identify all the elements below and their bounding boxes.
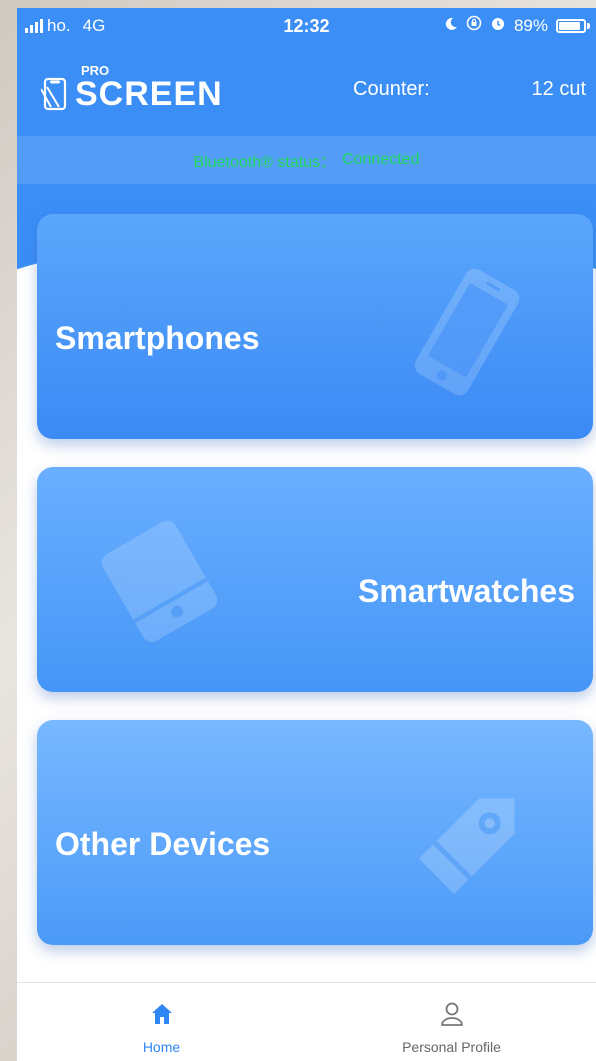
- user-icon: [439, 999, 465, 1029]
- other-devices-card[interactable]: Other Devices: [37, 720, 593, 945]
- tab-profile-label: Personal Profile: [402, 1039, 501, 1055]
- smartphone-icon: [414, 268, 520, 396]
- app-screen: ho. 4G 12:32 89% PRO SCREEN Counter: 12 …: [17, 8, 596, 1061]
- battery-icon: [556, 18, 586, 33]
- logo-text: PRO SCREEN: [75, 64, 223, 111]
- battery-percent: 89%: [513, 15, 548, 35]
- bluetooth-status-bar: Bluetooth® status： Connected: [17, 136, 596, 184]
- bluetooth-status-label: Bluetooth® status：: [193, 154, 337, 171]
- battery-tip: [587, 22, 590, 29]
- logo-screen: SCREEN: [75, 75, 223, 113]
- tag-icon: [418, 798, 515, 895]
- tab-home-label: Home: [142, 1039, 181, 1055]
- smartphones-card[interactable]: Smartphones: [37, 214, 593, 439]
- smartwatches-label: Smartwatches: [358, 573, 575, 609]
- moon-icon: [444, 16, 458, 36]
- tab-personal-profile[interactable]: Personal Profile: [307, 983, 596, 1061]
- bluetooth-status-value: Connected: [342, 151, 420, 168]
- status-bar: ho. 4G 12:32 89%: [17, 8, 596, 44]
- smartphones-label: Smartphones: [55, 320, 260, 356]
- phone-logo-icon: [41, 77, 67, 111]
- smartwatch-icon: [101, 520, 218, 642]
- tab-bar: Home Personal Profile: [17, 982, 596, 1061]
- alarm-icon: [490, 15, 506, 36]
- counter-label: Counter:: [353, 78, 430, 100]
- other-devices-label: Other Devices: [55, 826, 271, 862]
- status-right: 89%: [444, 15, 590, 36]
- rotation-lock-icon: [466, 15, 482, 36]
- counter-value: 12 cut: [531, 78, 586, 100]
- tab-home[interactable]: Home: [17, 983, 306, 1061]
- app-logo: PRO SCREEN: [41, 64, 223, 111]
- smartwatches-card[interactable]: Smartwatches: [37, 467, 593, 692]
- home-icon: [150, 999, 174, 1029]
